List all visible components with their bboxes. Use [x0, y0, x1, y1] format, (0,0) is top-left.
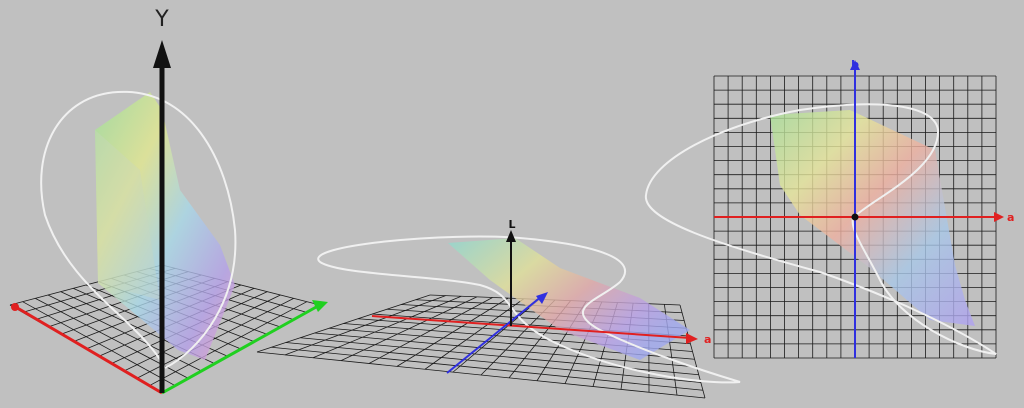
lab-a-axis-label: a: [704, 333, 711, 346]
ab-origin-point: [851, 213, 859, 221]
xyz-y-axis-label: Y: [154, 7, 169, 32]
ab-view: a b: [644, 58, 1014, 359]
ab-a-axis-label: a: [1007, 211, 1014, 224]
color-space-diagram: Y a L a b: [9, 7, 1014, 399]
lab-view: a L: [256, 218, 741, 399]
lab-l-axis-label: L: [508, 218, 515, 231]
ab-a-axis-arrow: [994, 212, 1004, 222]
xyz-z-axis-arrow: [312, 300, 328, 312]
xyz-x-axis: [13, 304, 163, 395]
lab-l-axis-arrow: [506, 230, 516, 242]
xyz-view: Y: [9, 7, 328, 395]
xyz-x-axis-end: [11, 303, 19, 311]
ab-b-axis-label: b: [851, 58, 859, 71]
lab-a-axis-arrow: [686, 333, 698, 344]
xyz-y-axis-arrow: [153, 40, 171, 68]
